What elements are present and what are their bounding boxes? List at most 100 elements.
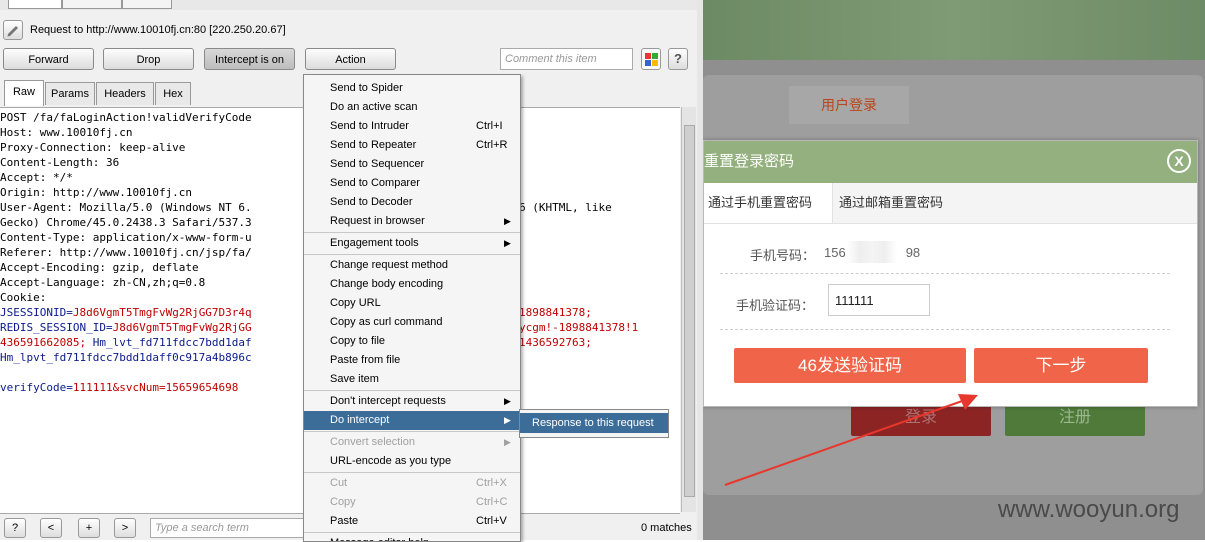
menu-item[interactable]: Change request method [304,256,520,275]
menu-separator [304,390,520,391]
menu-item-label: Engagement tools [330,237,419,249]
menu-item[interactable]: Don't intercept requests ▶ [304,392,520,411]
menu-item[interactable]: Paste from file [304,351,520,370]
divider-line [720,329,1170,330]
menu-item-label: Copy as curl command [330,316,443,328]
request-line: Accept-Language: zh-CN,zh;q=0.8 [0,276,206,289]
tab-options[interactable] [122,0,172,9]
comment-input[interactable]: Comment this item [500,48,633,70]
menu-shortcut: Ctrl+C [476,496,508,508]
tab-history[interactable] [62,0,122,9]
highlight-color-icon[interactable] [641,48,661,70]
menu-item-label: Copy URL [330,297,381,309]
intercept-toggle-button[interactable]: Intercept is on [204,48,295,70]
tab-headers[interactable]: Headers [96,82,154,105]
menu-shortcut: Ctrl+X [476,477,507,489]
menu-item[interactable]: Copy to file [304,332,520,351]
menu-item[interactable]: Paste Ctrl+V [304,512,520,531]
search-add-button[interactable]: + [78,518,100,538]
verify-code-input[interactable]: 111111 [828,284,930,316]
phone-prefix: 156 [824,245,846,260]
tab-email-reset[interactable]: 通过邮箱重置密码 [839,183,943,223]
request-line-tail: 1436592763; [519,336,592,349]
match-count: 0 matches [641,522,692,534]
submenu-arrow-icon: ▶ [504,415,511,425]
menu-item[interactable]: Send to Intruder Ctrl+I [304,117,520,136]
menu-item[interactable]: Save item [304,370,520,389]
menu-item[interactable]: Message editor help [304,534,520,541]
scrollbar-thumb[interactable] [684,125,695,497]
menu-item[interactable]: Change body encoding [304,275,520,294]
menu-item[interactable]: Engagement tools ▶ [304,234,520,253]
help-button[interactable]: ? [668,48,688,70]
menu-shortcut: Ctrl+I [476,120,503,132]
menu-item[interactable]: Send to Decoder [304,193,520,212]
editor-scrollbar[interactable] [681,107,696,512]
tab-raw[interactable]: Raw [4,80,44,106]
request-line: Host: www.10010fj.cn [0,126,133,139]
menu-item-label: Do intercept [330,414,390,426]
edit-pencil-icon[interactable] [3,20,23,40]
menu-item-label: Send to Intruder [330,120,409,132]
request-line: Proxy-Connection: keep-alive [0,141,186,154]
menu-item-label: Don't intercept requests [330,395,446,407]
menu-item[interactable]: Copy URL [304,294,520,313]
menu-shortcut: Ctrl+V [476,515,507,527]
action-context-menu: Send to Spider Do an active scan Send to I… [303,74,521,542]
search-help-button[interactable]: ? [4,518,26,538]
send-code-button[interactable]: 46发送验证码 [734,348,966,383]
tab-params[interactable]: Params [45,82,95,105]
request-line: Accept: */* [0,171,73,184]
request-line: Accept-Encoding: gzip, deflate [0,261,199,274]
request-line: User-Agent: Mozilla/5.0 (Windows NT 6. [0,201,252,214]
menu-separator [304,232,520,233]
menu-item-label: Send to Repeater [330,139,417,151]
drop-button[interactable]: Drop [103,48,194,70]
request-line: Cookie: [0,291,47,304]
action-button[interactable]: Action [305,48,396,70]
tab-hex[interactable]: Hex [155,82,191,105]
menu-item-label: Copy [330,496,356,508]
phone-label: 手机号码： [750,248,816,263]
search-input[interactable]: Type a search term [150,518,310,538]
menu-item[interactable]: Do an active scan [304,98,520,117]
do-intercept-submenu: Response to this request [519,409,669,438]
menu-separator [304,472,520,473]
modal-header: 重置登录密码 X [704,141,1197,183]
submenu-arrow-icon: ▶ [504,396,511,406]
menu-item-label: Copy to file [330,335,386,347]
tab-phone-reset[interactable]: 通过手机重置密码 [704,183,833,223]
menu-item[interactable]: Send to Repeater Ctrl+R [304,136,520,155]
menu-item-label: Paste [330,515,359,527]
menu-item: Copy Ctrl+C [304,493,520,512]
menu-item[interactable]: Send to Spider [304,79,520,98]
close-icon[interactable]: X [1167,149,1191,173]
next-step-button[interactable]: 下一步 [974,348,1148,383]
menu-item: Convert selection ▶ [304,433,520,452]
menu-item[interactable]: Request in browser ▶ [304,212,520,231]
page-header-bg [703,0,1205,60]
menu-item[interactable]: Copy as curl command [304,313,520,332]
menu-item: Cut Ctrl+X [304,474,520,493]
menu-item[interactable]: Send to Sequencer [304,155,520,174]
menu-item[interactable]: URL-encode as you type [304,452,520,471]
search-next-button[interactable]: > [114,518,136,538]
request-line: Content-Type: application/x-www-form-u [0,231,252,244]
login-tab[interactable]: 用户登录 [789,86,909,124]
menu-item-response-to-request[interactable]: Response to this request [520,413,668,433]
menu-item-label: Send to Decoder [330,196,413,208]
request-line-tail: ycgm!-1898841378!1 [519,321,639,334]
request-line: Hm_lpvt_fd711fdcc7bdd1daff0c917a4b896c [0,351,252,364]
menu-item[interactable]: Do intercept ▶ [304,411,520,430]
menu-item[interactable]: Send to Comparer [304,174,520,193]
request-line: JSESSIONID=J8d6VgmT5TmgFvWg2RjGG7D3r4q [0,306,252,319]
tab-intercept[interactable] [8,0,62,9]
menu-item-label: Request in browser [330,215,425,227]
request-line: POST /fa/faLoginAction!validVerifyCode [0,111,252,124]
submenu-arrow-icon: ▶ [504,216,511,226]
menu-item-label: Paste from file [330,354,401,366]
forward-button[interactable]: Forward [3,48,94,70]
search-prev-button[interactable]: < [40,518,62,538]
menu-item-label: Send to Sequencer [330,158,425,170]
menu-item-label: Change request method [330,259,449,271]
